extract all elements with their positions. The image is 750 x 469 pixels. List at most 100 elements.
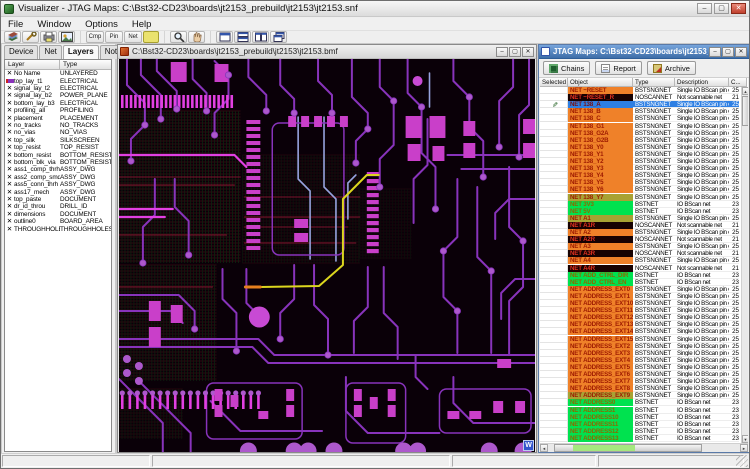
net-selected-cell[interactable] xyxy=(540,272,568,279)
layer-row[interactable]: ✕dr_id_throuDRILL_ID xyxy=(5,203,111,210)
layer-row[interactable]: ✕bottom_blk_viaBOTTOM_RESIST xyxy=(5,159,111,166)
net-name[interactable]: NET ADDRESS_EXT9 xyxy=(568,392,633,399)
net-selected-cell[interactable] xyxy=(540,435,568,442)
net-row[interactable]: NET A3RNOSCANNETNot scannable net21 xyxy=(540,250,741,257)
net-selected-cell[interactable] xyxy=(540,307,568,314)
net-row[interactable]: NET 138_Y4BSTSNGNETSingle IO BScan pin o… xyxy=(540,172,741,179)
mode-button-pin[interactable]: Pin xyxy=(105,31,123,43)
net-selected-cell[interactable] xyxy=(540,194,568,201)
layer-row[interactable]: ✕bottom_lay_b3ELECTRICAL xyxy=(5,100,111,107)
net-name[interactable]: NET ADDRESS0 xyxy=(568,399,633,406)
layer-hidden-icon[interactable]: ✕ xyxy=(5,100,14,107)
net-name[interactable]: NET 138_A xyxy=(568,101,633,108)
net-row[interactable]: NET ADDRESS_EXT9BSTSNGNETSingle IO BScan… xyxy=(540,392,741,399)
maps-close-button[interactable]: ✕ xyxy=(735,47,747,57)
mode-button-cmp[interactable]: Cmp xyxy=(86,31,104,43)
layer-hidden-icon[interactable]: ✕ xyxy=(5,92,14,99)
horizontal-scroll-thumb[interactable] xyxy=(554,444,702,452)
net-row[interactable]: NET ADDRESS12BSTNETIO BScan net23 xyxy=(540,428,741,435)
net-selected-cell[interactable] xyxy=(540,236,568,243)
maximize-button[interactable]: ▢ xyxy=(714,3,729,14)
image-button[interactable] xyxy=(58,31,75,43)
layer-row[interactable]: ✕profiling_allPROFILING xyxy=(5,107,111,114)
net-name[interactable]: NET A1R xyxy=(568,222,633,229)
minimize-button[interactable]: – xyxy=(697,3,712,14)
net-selected-cell[interactable] xyxy=(540,357,568,364)
net-selected-cell[interactable] xyxy=(540,385,568,392)
layer-hidden-icon[interactable]: ✕ xyxy=(5,218,14,225)
net-name[interactable]: NET 138_G2B xyxy=(568,137,633,144)
board-minimize-button[interactable]: – xyxy=(496,47,508,57)
net-row[interactable]: NET A4RNOSCANNETNot scannable net21 xyxy=(540,265,741,272)
net-row[interactable]: NET ADDRESS_EXT8BSTSNGNETSingle IO BScan… xyxy=(540,385,741,392)
tab-net[interactable]: Net xyxy=(39,45,61,59)
net-row[interactable]: NET ADDRESS_EXT14BSTSNGNETSingle IO BSca… xyxy=(540,328,741,335)
net-name[interactable]: NET A1 xyxy=(568,215,633,222)
net-row[interactable]: NET ADD_CTRL_ENBSTNETIO BScan net23 xyxy=(540,279,741,286)
layer-row[interactable]: ✕placementPLACEMENT xyxy=(5,114,111,121)
net-selected-cell[interactable] xyxy=(540,201,568,208)
net-row[interactable]: NET ADDRESS_EXT12BSTSNGNETSingle IO BSca… xyxy=(540,314,741,321)
scroll-right-icon[interactable]: ► xyxy=(740,444,748,452)
net-name[interactable]: NET ADDRESS_EXT14 xyxy=(568,328,633,335)
layer-hidden-icon[interactable]: ✕ xyxy=(5,107,14,114)
net-name[interactable]: NET ADDRESS_EXT5 xyxy=(568,364,633,371)
tile-horizontal-button[interactable] xyxy=(234,31,251,43)
layer-row[interactable]: ✕outline0BOARD_AREA xyxy=(5,218,111,225)
layer-row[interactable]: ✕signal_lay_b2POWER_PLANE xyxy=(5,92,111,99)
net-selected-cell[interactable] xyxy=(540,279,568,286)
net-selected-cell[interactable]: ✎ xyxy=(540,101,568,108)
layer-hidden-icon[interactable]: ✕ xyxy=(5,70,14,77)
net-name[interactable]: NET ~RESET_R xyxy=(568,94,633,101)
net-row[interactable]: NET 138_Y5BSTSNGNETSingle IO BScan pin o… xyxy=(540,179,741,186)
net-row[interactable]: NET A2RNOSCANNETNot scannable net21 xyxy=(540,236,741,243)
report-button[interactable]: Report xyxy=(595,61,642,75)
net-name[interactable]: NET 138_Y6 xyxy=(568,186,633,193)
menu-options[interactable]: Options xyxy=(78,18,125,31)
resize-grip[interactable] xyxy=(736,455,748,467)
menu-help[interactable]: Help xyxy=(125,18,159,31)
net-selected-cell[interactable] xyxy=(540,399,568,406)
stack-button[interactable] xyxy=(4,31,21,43)
net-row[interactable]: NET ADDRESS_EXT11BSTSNGNETSingle IO BSca… xyxy=(540,307,741,314)
net-selected-cell[interactable] xyxy=(540,421,568,428)
layer-row[interactable]: ✕signal_lay_t2ELECTRICAL xyxy=(5,85,111,92)
column-header-object[interactable]: Object xyxy=(568,78,633,87)
net-row[interactable]: NET 138_Y2BSTSNGNETSingle IO BScan pin o… xyxy=(540,158,741,165)
net-selected-cell[interactable] xyxy=(540,172,568,179)
net-row[interactable]: NET ADDRESS_EXT3BSTSNGNETSingle IO BScan… xyxy=(540,350,741,357)
net-row[interactable]: NET ADDRESS_EXT10BSTSNGNETSingle IO BSca… xyxy=(540,300,741,307)
layer-hidden-icon[interactable]: ✕ xyxy=(5,152,14,159)
net-name[interactable]: NET 138_C xyxy=(568,115,633,122)
net-name[interactable]: NET A2R xyxy=(568,236,633,243)
pan-hand-button[interactable] xyxy=(188,31,205,43)
net-name[interactable]: NET A3R xyxy=(568,250,633,257)
net-selected-cell[interactable] xyxy=(540,428,568,435)
layer-hidden-icon[interactable]: ✕ xyxy=(5,226,14,233)
net-row[interactable]: NET A2BSTSNGNETSingle IO BScan pin on ne… xyxy=(540,229,741,236)
net-name[interactable]: NET ADDRESS_EXT4 xyxy=(568,357,633,364)
layer-row[interactable]: ✕ass5_conn_thrhASSY_DWG xyxy=(5,181,111,188)
net-row[interactable]: NET A1BSTSNGNETSingle IO BScan pin on ne… xyxy=(540,215,741,222)
layer-row[interactable]: ✕ass1_comp_thrhASSY_DWG xyxy=(5,166,111,173)
net-name[interactable]: NET ADDRESS_EXT15 xyxy=(568,336,633,343)
column-header-c[interactable]: C... xyxy=(729,78,747,87)
net-name[interactable]: NET 138_Y4 xyxy=(568,172,633,179)
column-header-selected[interactable]: Selected xyxy=(540,78,568,87)
net-row[interactable]: ✎NET 138_ABSTSNGNETSingle IO BScan pin o… xyxy=(540,101,741,108)
net-row[interactable]: NET 5VBSTNETIO BScan net23 xyxy=(540,208,741,215)
net-name[interactable]: NET ADD_CTRL_EN xyxy=(568,279,633,286)
net-name[interactable]: NET ADDRESS_EXT6 xyxy=(568,371,633,378)
layer-row[interactable]: ✕top_pasteDOCUMENT xyxy=(5,196,111,203)
net-name[interactable]: NET ADDRESS_EXT1 xyxy=(568,293,633,300)
net-selected-cell[interactable] xyxy=(540,130,568,137)
board-close-button[interactable]: ✕ xyxy=(522,47,534,57)
layer-hidden-icon[interactable]: ✕ xyxy=(5,196,14,203)
net-name[interactable]: NET A2 xyxy=(568,229,633,236)
net-name[interactable]: NET ADDRESS_EXT10 xyxy=(568,300,633,307)
net-name[interactable]: NET A4R xyxy=(568,265,633,272)
net-selected-cell[interactable] xyxy=(540,392,568,399)
layer-hidden-icon[interactable]: ✕ xyxy=(5,159,14,166)
net-selected-cell[interactable] xyxy=(540,321,568,328)
vertical-scrollbar[interactable]: ▲ ▼ xyxy=(741,87,748,443)
